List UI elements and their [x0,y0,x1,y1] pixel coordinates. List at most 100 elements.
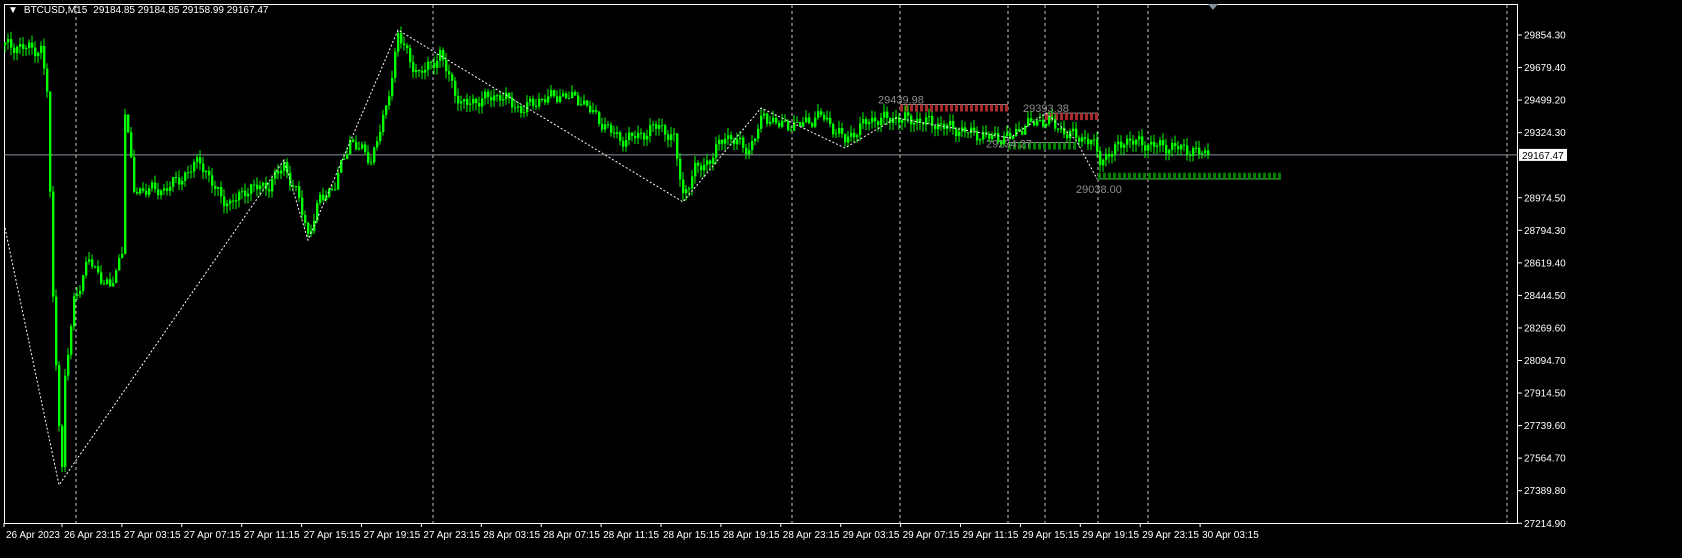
zone-hatch [1048,142,1051,150]
candle-body [307,222,310,234]
candle [556,90,559,104]
zone-hatch [1248,172,1251,180]
time-axis-label: 28 Apr 11:15 [603,530,659,541]
dropdown-triangle-icon[interactable]: ▼ [8,5,18,16]
candle-body [232,200,235,202]
candle-body [1030,118,1033,122]
candle [592,102,595,115]
candle [1138,131,1141,147]
candle [1144,140,1147,159]
candle [223,189,226,214]
candle-body [502,99,505,101]
candle-body [46,68,49,92]
zone-hatch [930,104,933,112]
price-axis-label: 29679.40 [1524,63,1566,74]
candle [1018,121,1021,132]
candle [85,256,88,279]
candle [862,112,865,130]
candle-body [133,157,136,192]
zone-hatch [990,104,993,112]
candle-body [355,141,358,150]
candle-body [649,125,652,136]
candle-body [1156,145,1159,147]
candle-body [340,159,343,173]
candle-body [745,147,748,155]
candle [484,88,487,106]
candle [109,272,112,288]
candle-body [277,171,280,174]
candle-body [115,270,118,284]
candle [541,97,544,103]
candle [466,93,469,113]
zone-hatch [1068,142,1071,150]
candle-body [979,139,982,141]
candle-body [778,122,781,127]
candle-body [1135,139,1138,145]
candle [604,117,607,133]
zone-hatch [1075,113,1078,121]
level-zone: 29393.38 [1023,103,1098,121]
candle-body [544,99,547,103]
candle-body [364,144,367,153]
candle-body [490,97,493,101]
candle [982,125,985,144]
level-zone: 29234.27 [986,139,1076,151]
candle-body [1105,154,1108,160]
candle-body [664,125,667,135]
candle-body [586,100,589,106]
candle-body [547,96,550,103]
candle-body [784,120,787,122]
candle-body [652,124,655,126]
candle-body [1171,142,1174,150]
candle [361,141,364,151]
candle [163,184,166,195]
zone-hatch [1033,142,1036,150]
candle [568,91,571,100]
candle-body [472,98,475,104]
candle [205,169,208,180]
candle [313,213,316,235]
candle-body [514,107,517,109]
candle-body [517,106,520,108]
candle-body [148,188,151,195]
candle-body [631,132,634,136]
candle-body [1102,159,1105,166]
candle-body [1120,141,1123,148]
candle-body [379,131,382,142]
candle [442,47,445,68]
candle [133,149,136,194]
candle-body [1189,154,1192,157]
zone-hatch [1193,172,1196,180]
candle-body [160,190,163,196]
current-price-label: 29167.47 [1522,151,1564,162]
candle-body [409,48,412,63]
candle [7,33,10,50]
candle [322,187,325,203]
candle-body [556,96,559,103]
candle-body [1123,144,1126,148]
candle [1090,139,1093,151]
time-axis-label: 29 Apr 11:15 [963,530,1019,541]
candle [247,187,250,204]
candle-body [400,33,403,44]
candle-body [637,132,640,139]
candle-body [475,98,478,104]
candle [544,94,547,106]
candle-body [343,158,346,160]
candle [226,199,229,214]
price-chart[interactable]: 29854.30 29679.40 29499.20 29324.30 28974.50… [0,0,1682,558]
candle [730,131,733,146]
candle [859,116,862,141]
candle [103,279,106,286]
candle [391,70,394,101]
candle-body [1165,145,1168,154]
candle [1033,119,1036,127]
candle [538,92,541,110]
candle [472,94,475,111]
candle [634,130,637,144]
candle [949,114,952,132]
time-axis-label: 27 Apr 23:15 [423,530,480,541]
candle-body [181,180,184,185]
candle [511,92,514,113]
candle [1156,142,1159,154]
